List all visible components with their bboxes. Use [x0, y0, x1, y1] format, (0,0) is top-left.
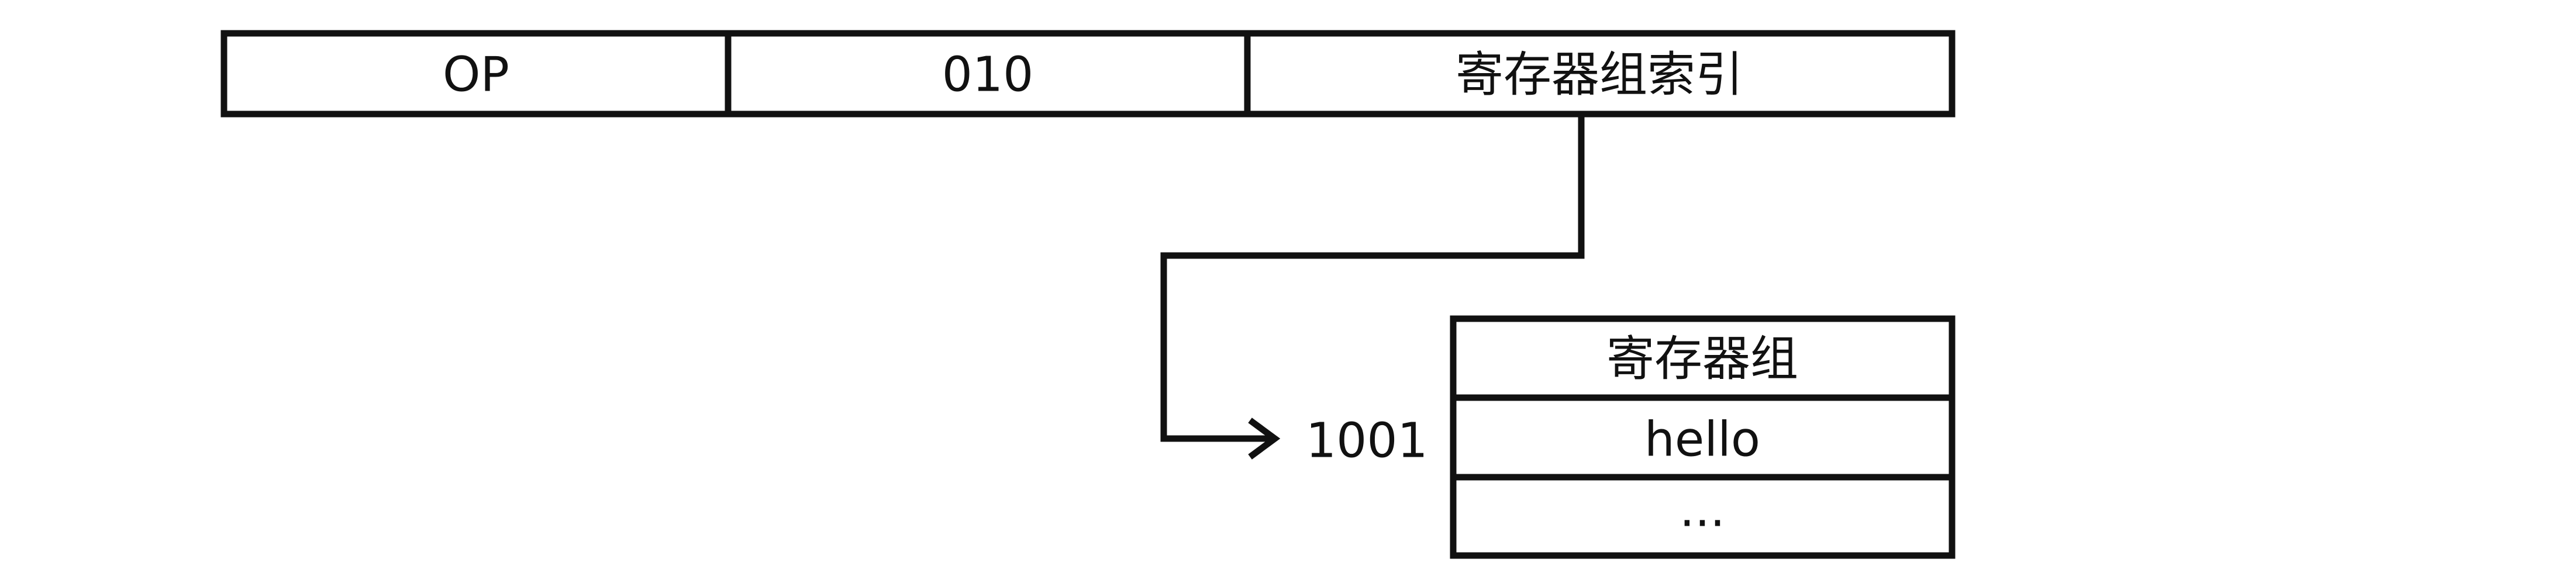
instruction-format: OP 010 寄存器组索引: [220, 30, 1956, 118]
field-op-label: OP: [443, 47, 509, 103]
address-label: 1001: [1306, 413, 1428, 469]
register-group-title: 寄存器组: [1606, 332, 1798, 387]
register-row-hello: hello: [1644, 412, 1760, 468]
register-group-table: 寄存器组 hello ...: [1450, 315, 1956, 559]
field-mode-label: 010: [942, 47, 1034, 103]
field-register-index-label: 寄存器组索引: [1456, 47, 1743, 103]
register-index-diagram: OP 010 寄存器组索引 1001 寄存器组 hello ...: [220, 30, 1956, 559]
register-row-ellipsis: ...: [1680, 482, 1725, 538]
